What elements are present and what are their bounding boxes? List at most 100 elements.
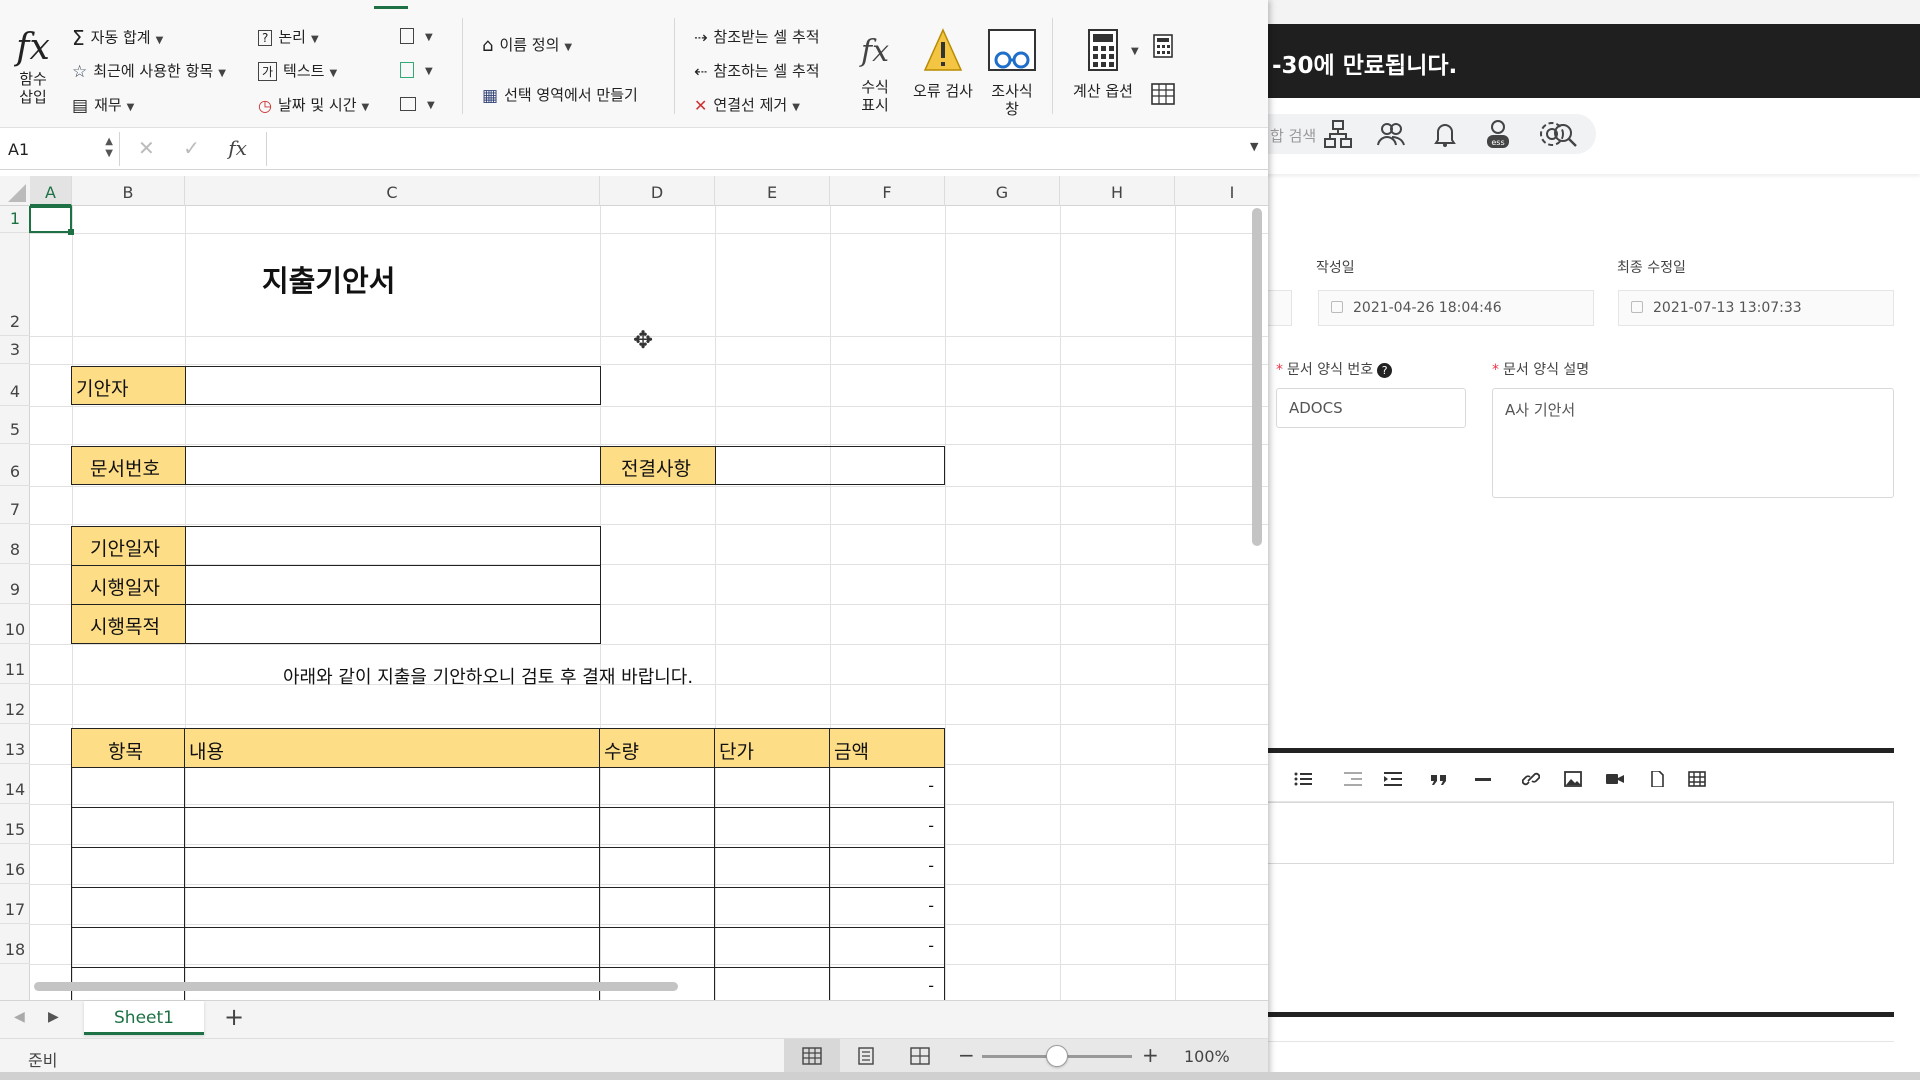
decision-label-cell[interactable]: 전결사항 <box>600 446 716 485</box>
sheet-tab-sheet1[interactable]: Sheet1 <box>84 1001 204 1035</box>
table-cell-item[interactable] <box>71 807 185 848</box>
math-button[interactable]: ▼ <box>400 60 433 78</box>
column-header-i[interactable]: I <box>1175 176 1268 206</box>
row-header-14[interactable]: 14 <box>0 764 30 804</box>
org-chart-icon[interactable] <box>1322 118 1354 150</box>
zoom-out-button[interactable]: − <box>958 1043 975 1067</box>
table-header-content[interactable]: 내용 <box>184 728 600 768</box>
table-cell-unit-price[interactable] <box>714 807 830 848</box>
add-sheet-button[interactable]: + <box>224 1003 244 1031</box>
table-cell-content[interactable] <box>184 847 600 888</box>
fill-handle[interactable] <box>68 229 74 235</box>
table-cell-content[interactable] <box>184 927 600 968</box>
calc-options-dropdown[interactable]: ▼ <box>1126 40 1139 58</box>
table-cell-unit-price[interactable] <box>714 967 830 1000</box>
watch-window-button[interactable]: 조사식 창 <box>984 26 1040 118</box>
notice-text[interactable]: 아래와 같이 지출을 기안하오니 검토 후 결재 바랍니다. <box>283 663 693 689</box>
indent-icon[interactable] <box>1384 771 1402 787</box>
docno-label-cell[interactable]: 문서번호 <box>71 446 186 485</box>
table-cell-item[interactable] <box>71 887 185 928</box>
table-header-item[interactable]: 항목 <box>71 728 185 768</box>
video-icon[interactable] <box>1606 771 1624 787</box>
users-icon[interactable] <box>1375 118 1407 150</box>
insert-function-icon[interactable]: fx <box>228 136 247 160</box>
column-header-d[interactable]: D <box>600 176 715 206</box>
table-header-unit-price[interactable]: 단가 <box>714 728 830 768</box>
normal-view-button[interactable] <box>784 1039 840 1073</box>
table-cell-amount[interactable]: - <box>829 967 945 1000</box>
quote-icon[interactable] <box>1430 771 1448 787</box>
column-header-c[interactable]: C <box>185 176 600 206</box>
remove-arrows-button[interactable]: ✕ 연결선 제거 ▼ <box>694 94 800 115</box>
financial-button[interactable]: ▤ 재무 ▼ <box>72 94 134 116</box>
table-cell-amount[interactable]: - <box>829 887 945 928</box>
table-cell-qty[interactable] <box>599 767 715 808</box>
row-header-16[interactable]: 16 <box>0 844 30 884</box>
datetime-button[interactable]: ◷ 날짜 및 시간 ▼ <box>258 94 369 115</box>
purpose-label-cell[interactable]: 시행목적 <box>71 604 186 644</box>
horizontal-scrollbar[interactable] <box>34 982 678 991</box>
docno-value-cell[interactable] <box>185 446 601 485</box>
zoom-in-button[interactable]: + <box>1142 1043 1159 1067</box>
bullet-list-icon[interactable] <box>1294 771 1312 787</box>
row-header-8[interactable]: 8 <box>0 524 30 564</box>
image-icon[interactable] <box>1564 771 1582 787</box>
horizontal-rule-icon[interactable] <box>1474 771 1492 787</box>
vertical-scrollbar[interactable] <box>1252 208 1262 546</box>
next-sheet-icon[interactable]: ▶ <box>48 1009 59 1025</box>
table-cell-content[interactable] <box>184 767 600 808</box>
decision-value-cell[interactable] <box>715 446 945 485</box>
trace-dependents-button[interactable]: ⇠ 참조하는 셀 추적 <box>694 60 820 81</box>
column-header-h[interactable]: H <box>1060 176 1175 206</box>
row-header-13[interactable]: 13 <box>0 724 30 764</box>
row-header-15[interactable]: 15 <box>0 804 30 844</box>
row-header-4[interactable]: 4 <box>0 364 30 406</box>
column-header-e[interactable]: E <box>715 176 830 206</box>
table-cell-unit-price[interactable] <box>714 887 830 928</box>
row-header-9[interactable]: 9 <box>0 564 30 604</box>
prev-sheet-icon[interactable]: ◀ <box>14 1009 25 1025</box>
table-cell-unit-price[interactable] <box>714 767 830 808</box>
row-header-7[interactable]: 7 <box>0 486 30 524</box>
lookup-button[interactable]: ▼ <box>400 26 433 44</box>
row-header-5[interactable]: 5 <box>0 406 30 444</box>
purpose-value-cell[interactable] <box>185 604 601 644</box>
more-functions-button[interactable]: ▼ <box>400 94 435 112</box>
recent-used-button[interactable]: ☆ 최근에 사용한 항목 ▼ <box>72 60 226 82</box>
table-cell-content[interactable] <box>184 887 600 928</box>
table-cell-qty[interactable] <box>599 847 715 888</box>
table-cell-qty[interactable] <box>599 927 715 968</box>
editor-content[interactable] <box>1262 802 1894 864</box>
ess-user-icon[interactable]: ess <box>1482 118 1514 150</box>
table-cell-amount[interactable]: - <box>829 927 945 968</box>
table-cell-amount[interactable]: - <box>829 847 945 888</box>
name-box-spinner[interactable]: ▲ ▼ <box>105 136 113 160</box>
outdent-icon[interactable] <box>1344 771 1362 787</box>
row-header-2[interactable]: 2 <box>0 233 30 336</box>
table-icon[interactable] <box>1688 771 1706 787</box>
text-button[interactable]: 가 텍스트 ▼ <box>258 60 337 81</box>
zoom-slider-thumb[interactable] <box>1046 1045 1068 1067</box>
column-header-a[interactable]: A <box>30 176 72 206</box>
column-header-g[interactable]: G <box>945 176 1060 206</box>
show-formulas-button[interactable]: fx 수식 표시 <box>852 26 898 114</box>
error-check-button[interactable]: 오류 검사 <box>908 26 978 100</box>
worksheet-grid[interactable]: ABCDEFGHI 1 2 3 4 5 6 7 8 9 10 11 12 13 14 15 16 17 18 지출… <box>0 170 1268 1000</box>
link-icon[interactable] <box>1522 771 1540 787</box>
drafter-value-cell[interactable] <box>185 366 601 405</box>
insert-function-button[interactable]: fx 함수 삽입 <box>10 26 56 106</box>
logical-button[interactable]: ? 논리 ▼ <box>258 26 319 47</box>
table-cell-unit-price[interactable] <box>714 847 830 888</box>
table-cell-amount[interactable]: - <box>829 767 945 808</box>
define-name-button[interactable]: ⌂ 이름 정의 ▼ <box>482 34 572 56</box>
table-header-amount[interactable]: 금액 <box>829 728 945 768</box>
draft-date-value-cell[interactable] <box>185 526 601 566</box>
column-header-b[interactable]: B <box>72 176 185 206</box>
active-cell-A1[interactable] <box>29 206 72 233</box>
formula-expand-icon[interactable]: ▼ <box>1250 140 1258 153</box>
drafter-label-cell[interactable]: 기안자 <box>71 366 186 405</box>
row-header-11[interactable]: 11 <box>0 644 30 684</box>
row-header-10[interactable]: 10 <box>0 604 30 644</box>
zoom-level[interactable]: 100% <box>1184 1047 1230 1066</box>
bell-icon[interactable] <box>1429 118 1461 150</box>
